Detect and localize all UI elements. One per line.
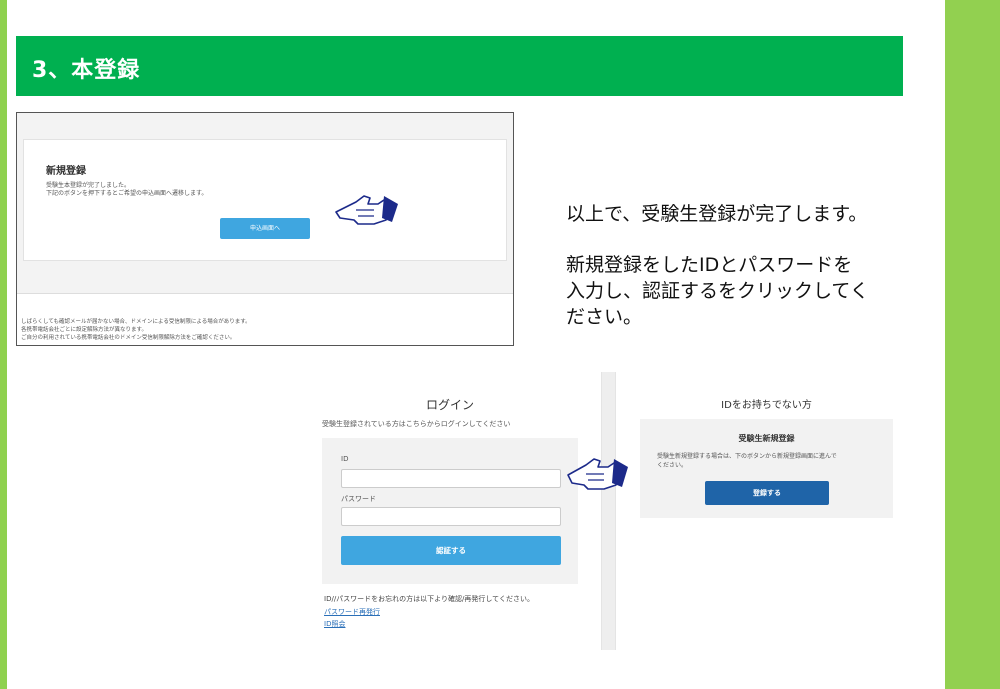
instruction-line: ださい。	[566, 306, 643, 328]
registration-complete-screenshot: 新規登録 受験生本登録が完了しました。 下記のボタンを押下するとご希望の申込画面…	[16, 112, 514, 346]
application-screen-button[interactable]: 申込画面へ	[220, 218, 310, 239]
instruction-line: 新規登録をしたIDとパスワードを	[566, 254, 853, 276]
section-title: 3、本登録	[32, 58, 141, 83]
new-registration-description: 受験生新規登録する場合は、下のボタンから新規登録画面に進んで ください。	[657, 452, 837, 470]
description-line: 受験生新規登録する場合は、下のボタンから新規登録画面に進んで	[657, 453, 837, 460]
instruction-line: 入力し、認証するをクリックしてく	[566, 280, 869, 302]
note-line: 各携帯電話会社ごとに設定解除方法が異なります。	[21, 327, 147, 333]
registration-complete-card: 新規登録 受験生本登録が完了しました。 下記のボタンを押下するとご希望の申込画面…	[23, 139, 507, 261]
login-title: ログイン	[425, 398, 474, 412]
password-label: パスワード	[341, 495, 376, 503]
notes-area: しばらくしても確認メールが届かない場合、ドメインによる受信制限による場合がありま…	[17, 293, 513, 345]
new-registration-heading: 受験生新規登録	[738, 434, 795, 443]
authenticate-button[interactable]: 認証する	[341, 536, 561, 565]
id-lookup-link[interactable]: ID照会	[324, 619, 345, 629]
description-line: ください。	[657, 462, 688, 469]
id-input[interactable]	[341, 469, 561, 488]
message-line: 受験生本登録が完了しました。	[46, 182, 131, 189]
pointing-hand-icon	[335, 195, 398, 225]
column-divider	[601, 372, 616, 650]
left-accent-bar	[0, 0, 7, 689]
email-notes: しばらくしても確認メールが届かない場合、ドメインによる受信制限による場合がありま…	[21, 318, 251, 342]
pointing-hand-icon	[567, 458, 628, 490]
registration-message: 受験生本登録が完了しました。 下記のボタンを押下するとご希望の申込画面へ遷移しま…	[46, 182, 207, 198]
register-button[interactable]: 登録する	[705, 481, 829, 505]
password-reissue-link[interactable]: パスワード再発行	[324, 607, 380, 617]
login-subtitle: 受験生登録されている方はこちらからログインしてください	[322, 420, 511, 428]
note-line: しばらくしても確認メールが届かない場合、ドメインによる受信制限による場合がありま…	[21, 319, 251, 325]
id-label: ID	[341, 455, 349, 463]
section-banner	[16, 36, 903, 96]
login-form: ID パスワード 認証する	[322, 438, 578, 584]
no-id-title: IDをお持ちでない方	[721, 400, 812, 411]
instruction-complete: 以上で、受験生登録が完了します。	[566, 203, 868, 225]
note-line: ご自分の利用されている携帯電話会社のドメイン受信制限解除方法をご確認ください。	[21, 335, 236, 341]
message-line: 下記のボタンを押下するとご希望の申込画面へ遷移します。	[46, 190, 208, 197]
right-accent-bar	[945, 0, 1000, 689]
password-input[interactable]	[341, 507, 561, 526]
forgot-credentials-text: ID//パスワードをお忘れの方は以下より確認/再発行してください。	[324, 595, 534, 603]
new-registration-panel: 受験生新規登録 受験生新規登録する場合は、下のボタンから新規登録画面に進んで く…	[640, 419, 893, 518]
registration-heading: 新規登録	[46, 166, 86, 177]
